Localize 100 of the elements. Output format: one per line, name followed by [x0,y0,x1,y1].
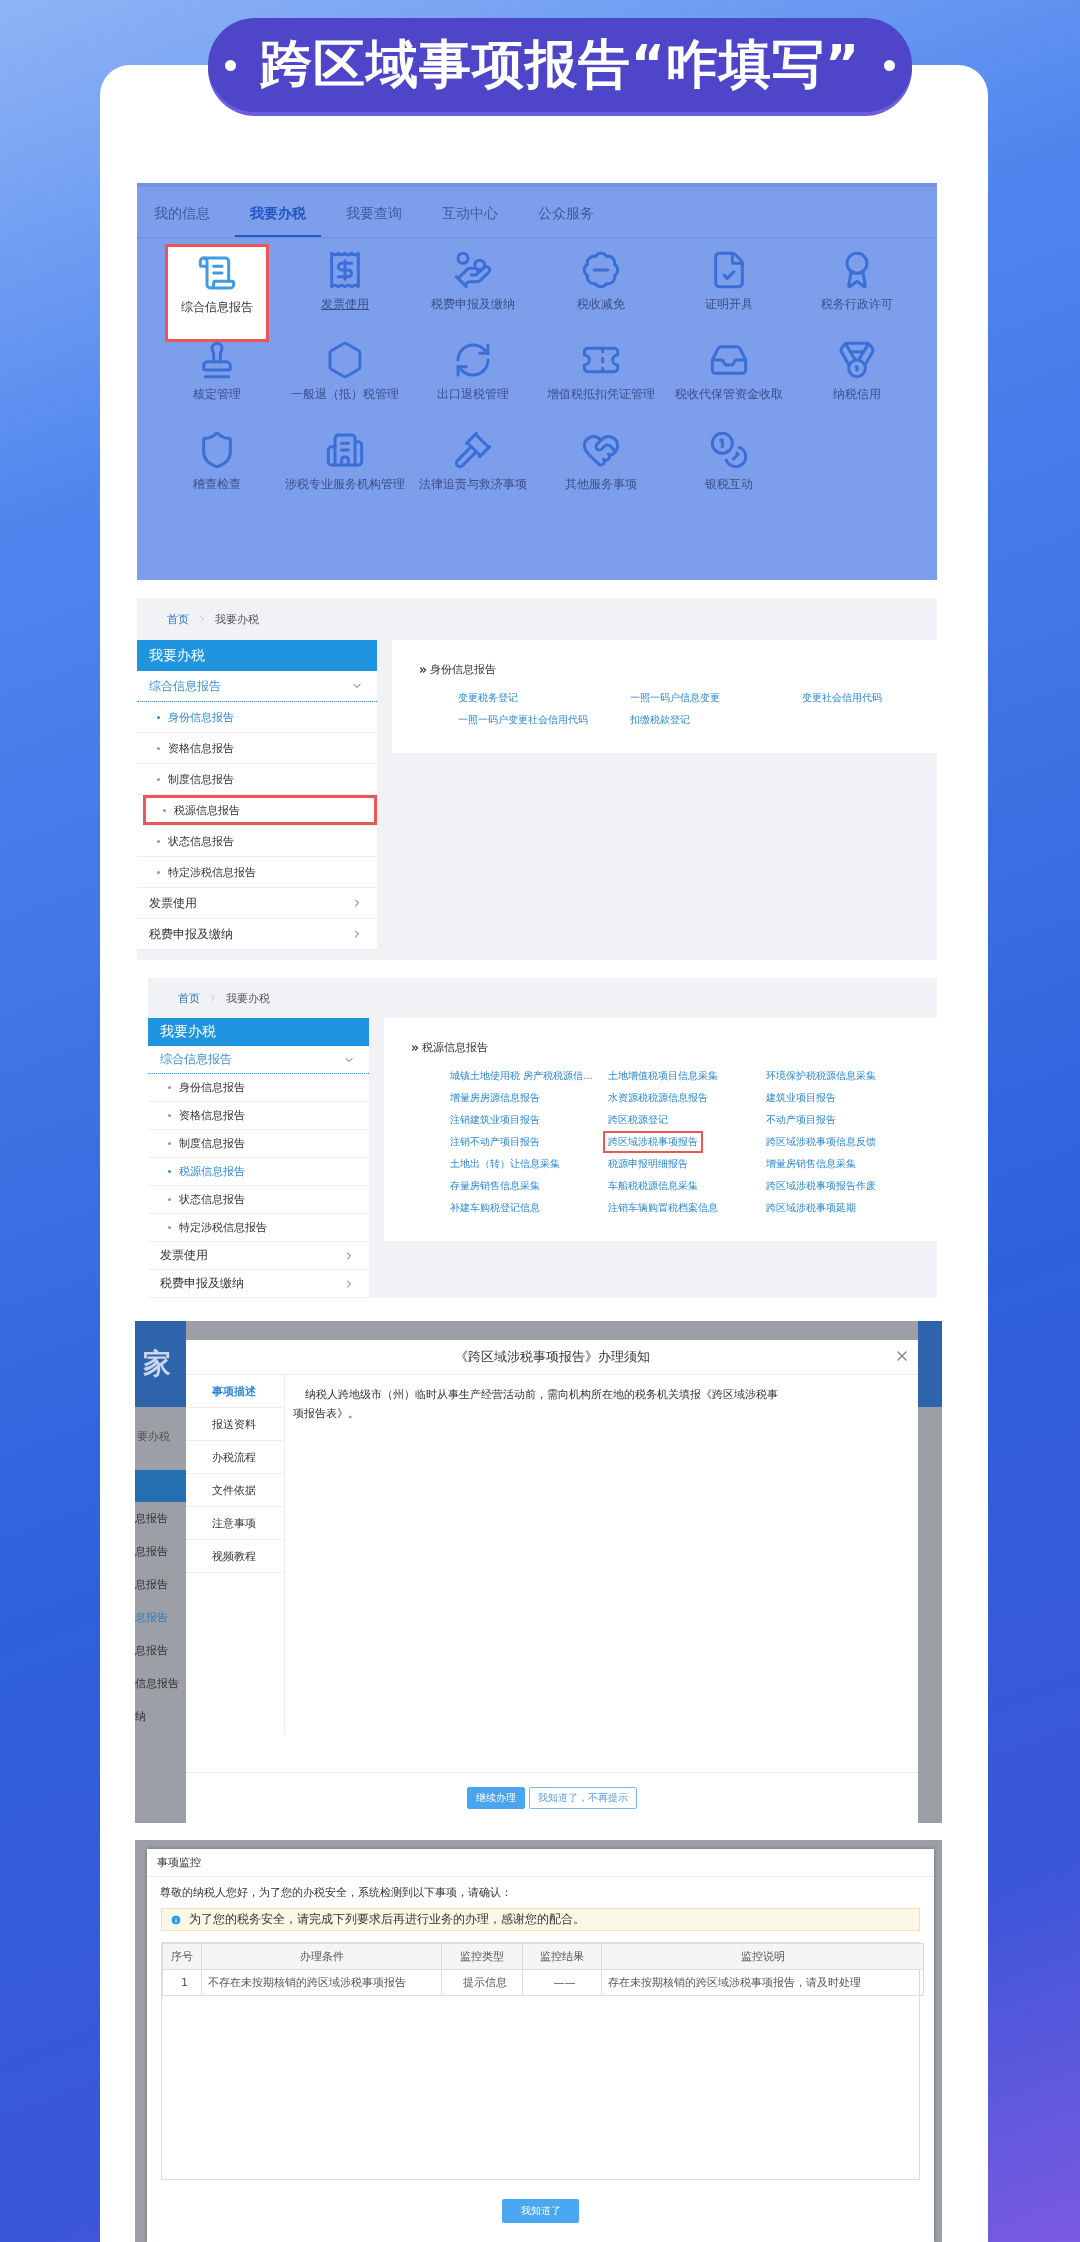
table-cell: 提示信息 [441,1969,523,1996]
service-link[interactable]: 增量房房源信息报告 [445,1087,545,1109]
service-link[interactable]: 土地出（转）让信息采集 [445,1153,565,1175]
service-tile[interactable]: 银税互动 [665,424,793,512]
breadcrumb-text: 我要办税 [226,990,270,1006]
service-tile[interactable]: 纳税信用 [793,334,921,422]
banner-title: 跨区域事项报告“咋填写” [259,33,861,96]
scroll-icon [197,253,237,293]
sidebar-item[interactable]: 税源信息报告 [148,1158,369,1186]
sidebar-item: 纳 [135,1709,147,1725]
service-tile[interactable]: 税收代保管资金收取 [665,334,793,422]
service-link[interactable]: 车船税税源信息采集 [603,1175,703,1197]
service-link[interactable]: 土地增值税项目信息采集 [603,1065,723,1087]
column-header: 监控类型 [441,1943,523,1970]
sidebar-item[interactable]: 状态信息报告 [137,826,377,857]
nav-tab[interactable]: 我的信息 [139,193,225,237]
service-link[interactable]: 跨区域涉税事项延期 [761,1197,861,1219]
bullet-icon [157,839,160,843]
bullet-icon [168,1086,171,1089]
sidebar-item[interactable]: 税源信息报告 [143,795,377,826]
service-tile[interactable]: 综合信息报告 [165,244,269,342]
service-link[interactable]: 注销建筑业项目报告 [445,1109,545,1131]
sidebar-group[interactable]: 综合信息报告 [137,671,377,702]
sidebar-item[interactable]: 身份信息报告 [148,1074,369,1102]
sidebar-menu-item[interactable]: 税费申报及缴纳 [148,1270,369,1298]
service-link[interactable]: 注销车辆购置税档案信息 [603,1197,723,1219]
table-cell: 存在未按期核销的跨区域涉税事项报告，请及时处理 [601,1969,924,1996]
breadcrumb-link[interactable]: 首页 [178,990,200,1006]
service-tile[interactable]: 增值税抵扣凭证管理 [537,334,665,422]
service-tile[interactable]: 税收减免 [537,244,665,332]
sidebar-header [135,1470,186,1502]
bullet-icon [168,1198,171,1201]
service-link[interactable]: 环境保护税税源信息采集 [761,1065,881,1087]
nav-tab[interactable]: 互动中心 [427,193,513,237]
service-link[interactable]: 一照一码户信息变更 [625,687,725,709]
service-link[interactable]: 不动产项目报告 [761,1109,841,1131]
sidebar-item: 息报告 [135,1610,169,1626]
section-title: 身份信息报告 [430,662,496,677]
service-tile[interactable]: 发票使用 [281,244,409,332]
service-tile[interactable]: 税费申报及缴纳 [409,244,537,332]
service-link[interactable]: 扣缴税款登记 [625,709,695,731]
service-link[interactable]: 跨区域涉税事项报告作废 [761,1175,881,1197]
continue-button[interactable]: 继续办理 [467,1787,525,1809]
column-header: 办理条件 [201,1943,442,1970]
bullet-icon [168,1226,171,1229]
sidebar-menu-item[interactable]: 发票使用 [137,888,377,919]
service-tile[interactable]: 其他服务事项 [537,424,665,512]
sidebar-item[interactable]: 资格信息报告 [148,1102,369,1130]
sidebar-item[interactable]: 身份信息报告 [137,702,377,733]
sidebar-item: 信息报告 [135,1676,180,1692]
nav-tab[interactable]: 公众服务 [523,193,609,237]
service-link[interactable]: 变更社会信用代码 [797,687,887,709]
service-link[interactable]: 注销不动产项目报告 [445,1131,545,1153]
service-link[interactable]: 建筑业项目报告 [761,1087,841,1109]
nav-tab[interactable]: 我要办税 [235,193,321,237]
service-link[interactable]: 一照一码户变更社会信用代码 [453,709,593,731]
sidebar-menu-item[interactable]: 发票使用 [148,1242,369,1270]
dismiss-button[interactable]: 我知道了，不再提示 [529,1787,637,1809]
greeting-text: 尊敬的纳税人您好，为了您的办税安全，系统检测到以下事项，请确认： [160,1885,513,1900]
sidebar-menu-item[interactable]: 税费申报及缴纳 [137,919,377,950]
service-link[interactable]: 水资源税税源信息报告 [603,1087,713,1109]
sidebar-item[interactable]: 制度信息报告 [137,764,377,795]
service-link[interactable]: 跨区税源登记 [603,1109,673,1131]
sidebar-item[interactable]: 资格信息报告 [137,733,377,764]
service-link[interactable]: 城镇土地使用税 房产税税源信... [445,1065,598,1087]
service-link[interactable]: 跨区域涉税事项报告 [603,1131,703,1153]
service-tile[interactable]: 税务行政许可 [793,244,921,332]
service-tile[interactable]: 法律追责与救济事项 [409,424,537,512]
breadcrumb-link[interactable]: 首页 [167,611,189,627]
service-tile[interactable]: 一般退（抵）税管理 [281,334,409,422]
column-header: 监控说明 [601,1943,924,1970]
sidebar-item[interactable]: 特定涉税信息报告 [148,1214,369,1242]
bullet-icon [157,870,160,874]
double-chevron-icon [410,1042,420,1053]
service-tile[interactable]: 出口退税管理 [409,334,537,422]
sidebar-item: 息报告 [135,1544,169,1560]
confirm-button[interactable]: 我知道了 [502,2199,579,2223]
service-tile[interactable]: 稽查检查 [153,424,281,512]
column-header: 序号 [162,1943,202,1970]
chevron-right-icon [197,614,207,624]
service-tile[interactable]: 涉税专业服务机构管理 [281,424,409,512]
nav-tab[interactable]: 我要查询 [331,193,417,237]
service-link[interactable]: 存量房销售信息采集 [445,1175,545,1197]
service-tile[interactable]: 证明开具 [665,244,793,332]
bullet-icon [157,777,160,781]
sidebar-item[interactable]: 特定涉税信息报告 [137,857,377,888]
service-link[interactable]: 跨区域涉税事项信息反馈 [761,1131,881,1153]
sidebar-title: 我要办税 [148,1018,369,1046]
sidebar-item: 息报告 [135,1577,169,1593]
column-header: 监控结果 [522,1943,602,1970]
service-link[interactable]: 税源申报明细报告 [603,1153,693,1175]
service-link[interactable]: 变更税务登记 [453,687,523,709]
bullet-icon [168,1170,171,1173]
coins-icon [709,430,749,470]
sidebar-item[interactable]: 制度信息报告 [148,1130,369,1158]
service-link[interactable]: 补建车购税登记信息 [445,1197,545,1219]
sidebar-item[interactable]: 状态信息报告 [148,1186,369,1214]
service-link[interactable]: 增量房销售信息采集 [761,1153,861,1175]
sidebar-group[interactable]: 综合信息报告 [148,1046,369,1074]
sidebar-title: 我要办税 [137,640,377,671]
